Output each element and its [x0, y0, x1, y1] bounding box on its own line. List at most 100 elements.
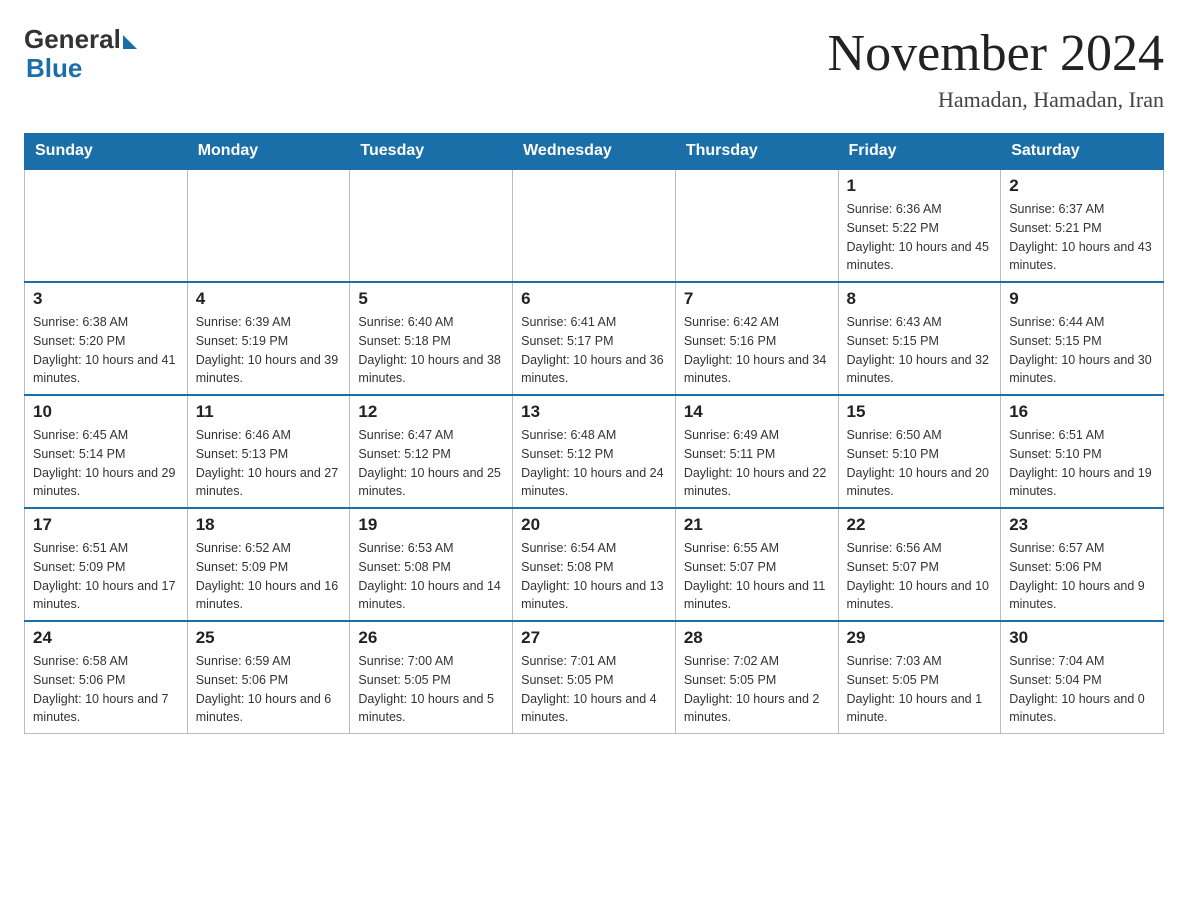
day-number: 16 [1009, 402, 1155, 422]
day-info: Sunrise: 6:40 AMSunset: 5:18 PMDaylight:… [358, 313, 504, 388]
calendar-cell: 20 Sunrise: 6:54 AMSunset: 5:08 PMDayligh… [513, 508, 676, 621]
day-info: Sunrise: 6:39 AMSunset: 5:19 PMDaylight:… [196, 313, 342, 388]
calendar-cell: 5 Sunrise: 6:40 AMSunset: 5:18 PMDaylight… [350, 282, 513, 395]
day-info: Sunrise: 6:42 AMSunset: 5:16 PMDaylight:… [684, 313, 830, 388]
calendar-cell: 4 Sunrise: 6:39 AMSunset: 5:19 PMDaylight… [187, 282, 350, 395]
week-row-2: 3 Sunrise: 6:38 AMSunset: 5:20 PMDaylight… [25, 282, 1164, 395]
day-number: 21 [684, 515, 830, 535]
day-info: Sunrise: 7:01 AMSunset: 5:05 PMDaylight:… [521, 652, 667, 727]
calendar-cell: 28 Sunrise: 7:02 AMSunset: 5:05 PMDayligh… [675, 621, 838, 734]
logo-arrow-icon [123, 35, 137, 49]
day-info: Sunrise: 7:00 AMSunset: 5:05 PMDaylight:… [358, 652, 504, 727]
calendar-cell: 23Sunrise: 6:57 AMSunset: 5:06 PMDayligh… [1001, 508, 1164, 621]
day-info: Sunrise: 6:51 AMSunset: 5:09 PMDaylight:… [33, 539, 179, 614]
day-info: Sunrise: 7:02 AMSunset: 5:05 PMDaylight:… [684, 652, 830, 727]
day-info: Sunrise: 6:56 AMSunset: 5:07 PMDaylight:… [847, 539, 993, 614]
day-info: Sunrise: 6:37 AMSunset: 5:21 PMDaylight:… [1009, 200, 1155, 275]
calendar-table: SundayMondayTuesdayWednesdayThursdayFrid… [24, 133, 1164, 734]
day-number: 15 [847, 402, 993, 422]
calendar-cell: 6Sunrise: 6:41 AMSunset: 5:17 PMDaylight… [513, 282, 676, 395]
weekday-header-thursday: Thursday [675, 134, 838, 170]
weekday-header-row: SundayMondayTuesdayWednesdayThursdayFrid… [25, 134, 1164, 170]
week-row-3: 10 Sunrise: 6:45 AMSunset: 5:14 PMDayligh… [25, 395, 1164, 508]
week-row-5: 24 Sunrise: 6:58 AMSunset: 5:06 PMDayligh… [25, 621, 1164, 734]
calendar-cell: 14Sunrise: 6:49 AMSunset: 5:11 PMDayligh… [675, 395, 838, 508]
calendar-cell: 22 Sunrise: 6:56 AMSunset: 5:07 PMDayligh… [838, 508, 1001, 621]
calendar-cell: 26 Sunrise: 7:00 AMSunset: 5:05 PMDayligh… [350, 621, 513, 734]
day-info: Sunrise: 6:46 AMSunset: 5:13 PMDaylight:… [196, 426, 342, 501]
day-number: 6 [521, 289, 667, 309]
day-number: 10 [33, 402, 179, 422]
day-info: Sunrise: 7:04 AMSunset: 5:04 PMDaylight:… [1009, 652, 1155, 727]
calendar-cell: 21Sunrise: 6:55 AMSunset: 5:07 PMDayligh… [675, 508, 838, 621]
day-info: Sunrise: 6:38 AMSunset: 5:20 PMDaylight:… [33, 313, 179, 388]
calendar-cell: 10 Sunrise: 6:45 AMSunset: 5:14 PMDayligh… [25, 395, 188, 508]
day-number: 25 [196, 628, 342, 648]
day-info: Sunrise: 6:58 AMSunset: 5:06 PMDaylight:… [33, 652, 179, 727]
day-number: 5 [358, 289, 504, 309]
day-number: 12 [358, 402, 504, 422]
logo-blue-text: Blue [26, 55, 82, 81]
calendar-cell: 17Sunrise: 6:51 AMSunset: 5:09 PMDayligh… [25, 508, 188, 621]
day-number: 13 [521, 402, 667, 422]
location-text: Hamadan, Hamadan, Iran [828, 87, 1164, 113]
day-info: Sunrise: 6:59 AMSunset: 5:06 PMDaylight:… [196, 652, 342, 727]
day-info: Sunrise: 6:50 AMSunset: 5:10 PMDaylight:… [847, 426, 993, 501]
calendar-cell: 1 Sunrise: 6:36 AMSunset: 5:22 PMDaylight… [838, 169, 1001, 282]
day-number: 1 [847, 176, 993, 196]
day-info: Sunrise: 6:49 AMSunset: 5:11 PMDaylight:… [684, 426, 830, 501]
weekday-header-monday: Monday [187, 134, 350, 170]
day-info: Sunrise: 6:53 AMSunset: 5:08 PMDaylight:… [358, 539, 504, 614]
day-number: 2 [1009, 176, 1155, 196]
day-info: Sunrise: 6:36 AMSunset: 5:22 PMDaylight:… [847, 200, 993, 275]
calendar-cell: 16 Sunrise: 6:51 AMSunset: 5:10 PMDayligh… [1001, 395, 1164, 508]
day-info: Sunrise: 6:48 AMSunset: 5:12 PMDaylight:… [521, 426, 667, 501]
calendar-cell: 8 Sunrise: 6:43 AMSunset: 5:15 PMDaylight… [838, 282, 1001, 395]
calendar-cell: 24 Sunrise: 6:58 AMSunset: 5:06 PMDayligh… [25, 621, 188, 734]
calendar-cell [675, 169, 838, 282]
calendar-cell: 30 Sunrise: 7:04 AMSunset: 5:04 PMDayligh… [1001, 621, 1164, 734]
day-number: 3 [33, 289, 179, 309]
day-info: Sunrise: 6:45 AMSunset: 5:14 PMDaylight:… [33, 426, 179, 501]
calendar-cell: 25 Sunrise: 6:59 AMSunset: 5:06 PMDayligh… [187, 621, 350, 734]
day-number: 27 [521, 628, 667, 648]
weekday-header-saturday: Saturday [1001, 134, 1164, 170]
day-number: 7 [684, 289, 830, 309]
calendar-cell: 2 Sunrise: 6:37 AMSunset: 5:21 PMDaylight… [1001, 169, 1164, 282]
calendar-cell: 27 Sunrise: 7:01 AMSunset: 5:05 PMDayligh… [513, 621, 676, 734]
day-number: 24 [33, 628, 179, 648]
day-number: 26 [358, 628, 504, 648]
day-number: 4 [196, 289, 342, 309]
calendar-cell [513, 169, 676, 282]
calendar-cell: 11 Sunrise: 6:46 AMSunset: 5:13 PMDayligh… [187, 395, 350, 508]
calendar-cell: 9 Sunrise: 6:44 AMSunset: 5:15 PMDaylight… [1001, 282, 1164, 395]
month-title: November 2024 [828, 24, 1164, 83]
day-info: Sunrise: 6:47 AMSunset: 5:12 PMDaylight:… [358, 426, 504, 501]
day-info: Sunrise: 6:52 AMSunset: 5:09 PMDaylight:… [196, 539, 342, 614]
calendar-cell: 19Sunrise: 6:53 AMSunset: 5:08 PMDayligh… [350, 508, 513, 621]
day-number: 9 [1009, 289, 1155, 309]
week-row-1: 1 Sunrise: 6:36 AMSunset: 5:22 PMDaylight… [25, 169, 1164, 282]
day-number: 20 [521, 515, 667, 535]
calendar-cell: 12 Sunrise: 6:47 AMSunset: 5:12 PMDayligh… [350, 395, 513, 508]
title-block: November 2024 Hamadan, Hamadan, Iran [828, 24, 1164, 113]
week-row-4: 17Sunrise: 6:51 AMSunset: 5:09 PMDayligh… [25, 508, 1164, 621]
day-info: Sunrise: 7:03 AMSunset: 5:05 PMDaylight:… [847, 652, 993, 727]
day-number: 28 [684, 628, 830, 648]
day-number: 18 [196, 515, 342, 535]
day-number: 22 [847, 515, 993, 535]
day-number: 11 [196, 402, 342, 422]
day-info: Sunrise: 6:44 AMSunset: 5:15 PMDaylight:… [1009, 313, 1155, 388]
calendar-cell [187, 169, 350, 282]
logo-general-text: General [24, 24, 121, 55]
weekday-header-friday: Friday [838, 134, 1001, 170]
day-info: Sunrise: 6:54 AMSunset: 5:08 PMDaylight:… [521, 539, 667, 614]
day-number: 23 [1009, 515, 1155, 535]
calendar-cell: 3 Sunrise: 6:38 AMSunset: 5:20 PMDaylight… [25, 282, 188, 395]
weekday-header-wednesday: Wednesday [513, 134, 676, 170]
calendar-cell: 18 Sunrise: 6:52 AMSunset: 5:09 PMDayligh… [187, 508, 350, 621]
day-number: 30 [1009, 628, 1155, 648]
day-info: Sunrise: 6:51 AMSunset: 5:10 PMDaylight:… [1009, 426, 1155, 501]
day-info: Sunrise: 6:43 AMSunset: 5:15 PMDaylight:… [847, 313, 993, 388]
day-number: 8 [847, 289, 993, 309]
